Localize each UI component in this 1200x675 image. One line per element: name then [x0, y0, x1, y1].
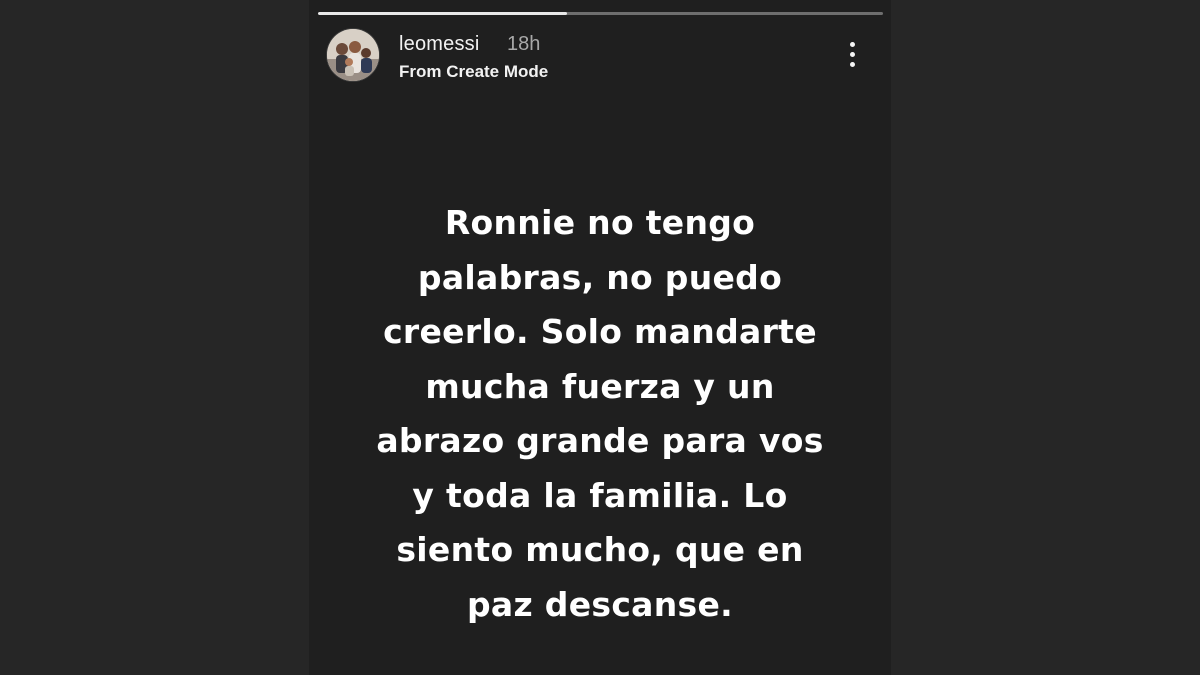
message-line: mucha fuerza y un	[425, 366, 775, 406]
more-options-dot	[850, 52, 855, 57]
message-line: paz descanse.	[466, 584, 733, 624]
avatar[interactable]	[327, 29, 379, 81]
more-options-dot	[850, 62, 855, 67]
page-background: leomessi 18h From Create Mode Ronnie no …	[0, 0, 1200, 675]
story-message: Ronnie no tengo palabras, no puedo creer…	[339, 196, 861, 632]
story-header: leomessi 18h From Create Mode	[327, 29, 877, 85]
story-progress-bar	[318, 12, 883, 15]
message-line: creerlo. Solo mandarte	[383, 312, 817, 351]
story-progress-fill	[318, 12, 567, 15]
create-mode-label[interactable]: From Create Mode	[399, 62, 548, 82]
message-line: siento mucho, que en	[396, 530, 804, 569]
message-line: y toda la familia. Lo	[412, 475, 788, 515]
avatar-photo-icon	[327, 29, 379, 81]
message-line: Ronnie no tengo	[444, 203, 756, 242]
more-options-icon[interactable]	[837, 39, 867, 71]
message-line: abrazo grande para vos	[376, 421, 824, 460]
message-line: palabras, no puedo	[417, 257, 783, 297]
username-link[interactable]: leomessi	[399, 33, 480, 56]
post-time: 18h	[507, 33, 541, 55]
story-viewer[interactable]: leomessi 18h From Create Mode Ronnie no …	[309, 0, 891, 675]
more-options-dot	[850, 42, 855, 47]
